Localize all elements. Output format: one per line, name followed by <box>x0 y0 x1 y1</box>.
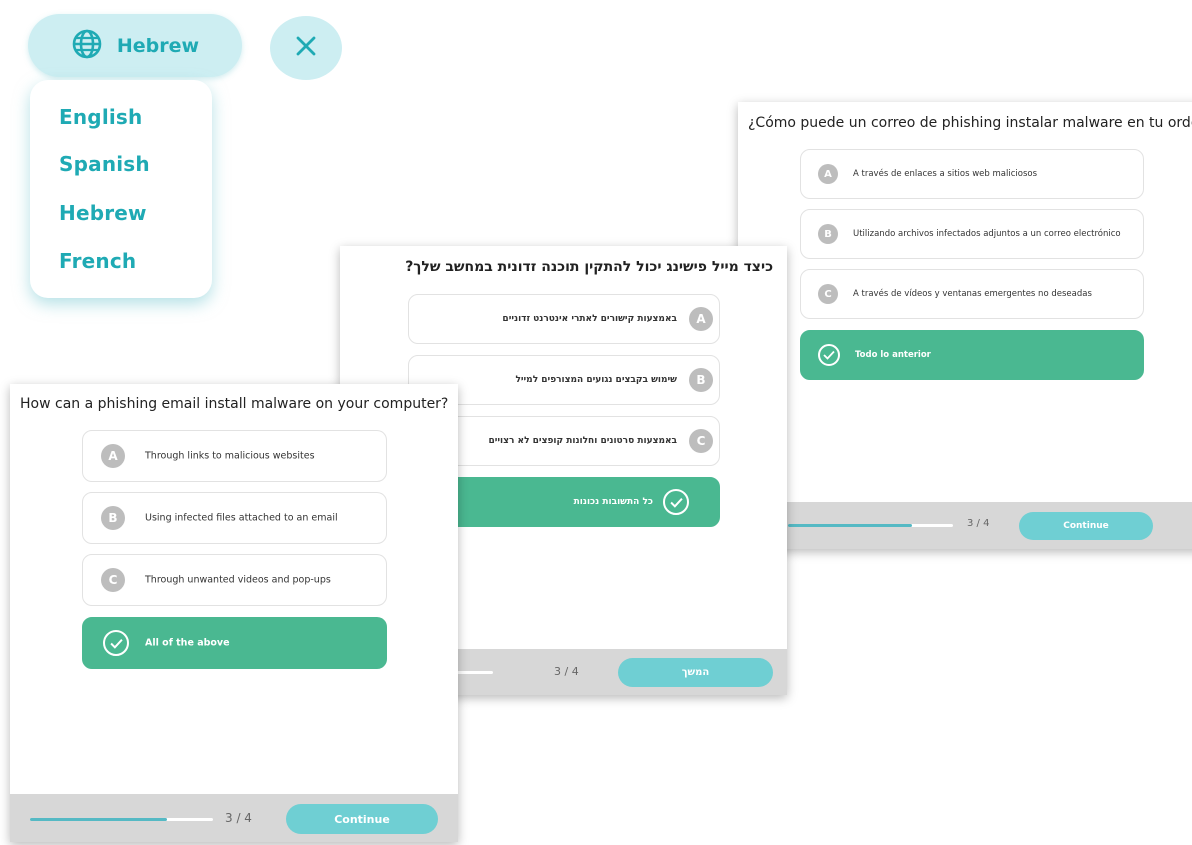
answer-option-b[interactable]: B Using infected files attached to an em… <box>82 492 387 544</box>
card-footer: 3 / 4 Continue <box>10 794 458 842</box>
language-select-button[interactable]: Hebrew <box>28 14 242 77</box>
language-option-english[interactable]: English <box>59 105 142 129</box>
option-letter-badge: A <box>101 444 125 468</box>
language-option-french[interactable]: French <box>59 249 136 273</box>
progress-bar <box>30 818 213 821</box>
card-footer: 3 / 4 Continue <box>738 502 1192 549</box>
answer-option-a[interactable]: A A través de enlaces a sitios web malic… <box>800 149 1144 199</box>
close-icon <box>295 35 317 61</box>
option-text: Utilizando archivos infectados adjuntos … <box>853 229 1121 239</box>
close-button[interactable] <box>270 16 342 80</box>
option-text: באמצעות קישורים לאתרי אינטרנט זדוניים <box>502 314 677 324</box>
option-letter-badge: A <box>689 307 713 331</box>
option-text: A través de vídeos y ventanas emergentes… <box>853 289 1092 299</box>
answer-option-c[interactable]: C Through unwanted videos and pop-ups <box>82 554 387 606</box>
option-letter-badge: C <box>689 429 713 453</box>
option-letter-badge: A <box>818 164 838 184</box>
progress-counter: 3 / 4 <box>967 518 990 529</box>
answer-option-a[interactable]: A Through links to malicious websites <box>82 430 387 482</box>
quiz-card-english: How can a phishing email install malware… <box>10 384 458 842</box>
answer-option-a[interactable]: באמצעות קישורים לאתרי אינטרנט זדוניים A <box>408 294 720 344</box>
option-letter-badge: C <box>101 568 125 592</box>
check-icon <box>663 489 689 515</box>
language-option-hebrew[interactable]: Hebrew <box>59 201 147 225</box>
progress-fill <box>30 818 168 821</box>
current-language-label: Hebrew <box>116 34 200 57</box>
option-text: Todo lo anterior <box>855 350 931 360</box>
option-text: כל התשובות נכונות <box>573 497 653 507</box>
answer-option-all[interactable]: All of the above <box>82 617 387 669</box>
continue-button[interactable]: Continue <box>286 804 438 834</box>
option-text: באמצעות סרטונים וחלונות קופצים לא רצויים <box>488 436 677 446</box>
option-text: Through unwanted videos and pop-ups <box>145 574 331 586</box>
globe-icon <box>71 28 103 64</box>
answer-option-b[interactable]: B Utilizando archivos infectados adjunto… <box>800 209 1144 259</box>
quiz-card-spanish: ¿Cómo puede un correo de phishing instal… <box>738 102 1192 549</box>
check-icon <box>818 344 840 366</box>
option-letter-badge: C <box>818 284 838 304</box>
option-letter-badge: B <box>101 506 125 530</box>
language-option-spanish[interactable]: Spanish <box>59 152 150 176</box>
option-text: שימוש בקבצים נגועים המצורפים למייל <box>515 375 677 385</box>
option-text: A través de enlaces a sitios web malicio… <box>853 169 1037 179</box>
question-text: ¿Cómo puede un correo de phishing instal… <box>748 115 1192 131</box>
progress-counter: 3 / 4 <box>554 665 579 678</box>
option-text: Using infected files attached to an emai… <box>145 512 338 524</box>
progress-bar <box>788 524 953 527</box>
question-text: How can a phishing email install malware… <box>20 396 449 412</box>
check-icon <box>103 630 129 656</box>
question-text: כיצד מייל פישינג יכול להתקין תוכנה זדוני… <box>405 259 773 275</box>
answer-option-c[interactable]: C A través de vídeos y ventanas emergent… <box>800 269 1144 319</box>
progress-counter: 3 / 4 <box>225 811 252 825</box>
option-letter-badge: B <box>689 368 713 392</box>
option-text: Through links to malicious websites <box>145 450 315 462</box>
answer-option-all[interactable]: Todo lo anterior <box>800 330 1144 380</box>
language-menu: English Spanish Hebrew French <box>30 80 212 298</box>
continue-button[interactable]: Continue <box>1019 512 1153 540</box>
language-picker: Hebrew English Spanish Hebrew French <box>0 0 350 312</box>
progress-fill <box>788 524 912 527</box>
option-letter-badge: B <box>818 224 838 244</box>
option-text: All of the above <box>145 637 230 649</box>
continue-button[interactable]: המשך <box>618 658 773 687</box>
